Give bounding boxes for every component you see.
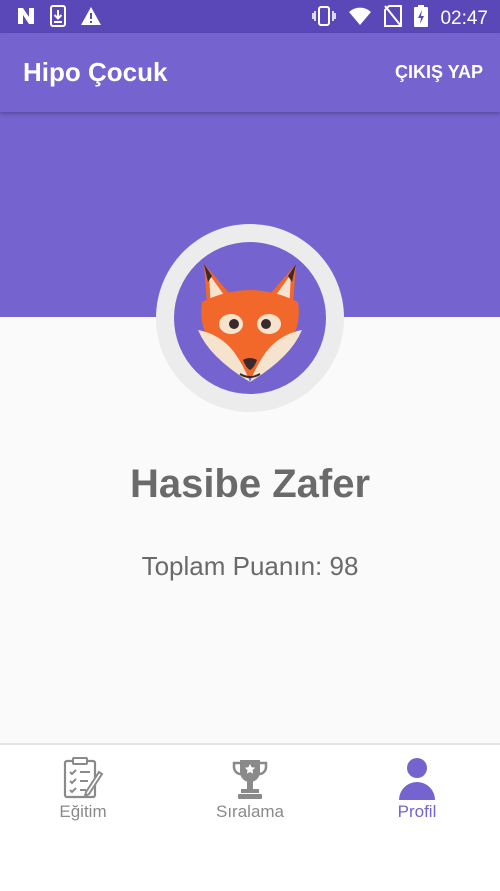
- nav-item-siralama[interactable]: Sıralama: [167, 745, 333, 835]
- nav-label-siralama: Sıralama: [215, 802, 285, 821]
- avatar: [156, 224, 344, 412]
- n-icon: [16, 6, 36, 31]
- warning-icon: [80, 6, 102, 31]
- nav-item-egitim[interactable]: Eğitim: [0, 745, 166, 835]
- trophy-icon: [232, 757, 268, 806]
- status-time: 02:47: [440, 7, 488, 29]
- no-sim-icon: [384, 5, 403, 32]
- user-name: Hasibe Zafer: [129, 462, 371, 506]
- person-icon: [397, 757, 437, 806]
- app-title: Hipo Çocuk: [23, 57, 168, 87]
- download-icon: [50, 5, 66, 32]
- app-bar: Hipo Çocuk ÇIKIŞ YAP: [0, 33, 500, 112]
- fox-avatar-icon: [174, 242, 326, 394]
- status-bar: 02:47: [0, 0, 500, 33]
- bottom-navigation: Eğitim Sıralama Profil: [0, 743, 500, 891]
- status-left-icons: [16, 5, 102, 32]
- wifi-icon: [348, 6, 372, 31]
- nav-label-profil: Profil: [397, 802, 437, 821]
- battery-charging-icon: [414, 5, 429, 32]
- clipboard-icon: [61, 757, 105, 806]
- logout-button[interactable]: ÇIKIŞ YAP: [395, 62, 483, 83]
- total-score: Toplam Puanın: 98: [141, 551, 359, 581]
- vibrate-icon: [312, 6, 337, 31]
- nav-item-profil[interactable]: Profil: [334, 745, 500, 835]
- status-right-icons: 02:47: [312, 5, 488, 32]
- nav-label-egitim: Eğitim: [59, 802, 107, 821]
